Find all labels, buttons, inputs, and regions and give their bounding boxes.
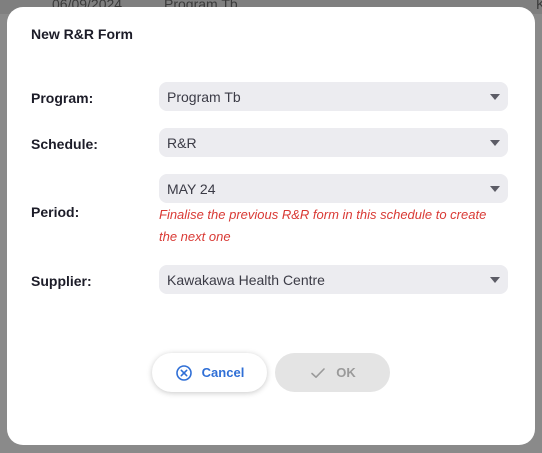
program-label: Program: bbox=[31, 90, 94, 106]
check-icon bbox=[309, 364, 327, 382]
period-error-line-2: the next one bbox=[159, 229, 231, 244]
supplier-select-value: Kawakawa Health Centre bbox=[167, 271, 325, 288]
program-select[interactable]: Program Tb bbox=[159, 82, 508, 111]
period-error-message: Finalise the previous R&R form in this s… bbox=[159, 204, 519, 248]
chevron-down-icon bbox=[490, 94, 500, 100]
cancel-button-label: Cancel bbox=[201, 365, 245, 380]
supplier-select[interactable]: Kawakawa Health Centre bbox=[159, 265, 508, 294]
chevron-down-icon bbox=[490, 186, 500, 192]
supplier-label: Supplier: bbox=[31, 273, 92, 289]
period-select[interactable]: MAY 24 bbox=[159, 174, 508, 203]
background-extra: K bbox=[536, 0, 542, 12]
ok-button[interactable]: OK bbox=[275, 353, 390, 392]
schedule-label: Schedule: bbox=[31, 136, 98, 152]
period-label: Period: bbox=[31, 204, 80, 220]
ok-button-label: OK bbox=[336, 365, 356, 380]
new-rr-form-dialog: New R&R Form Program: Program Tb Schedul… bbox=[7, 7, 535, 445]
schedule-select[interactable]: R&R bbox=[159, 128, 508, 157]
dialog-title: New R&R Form bbox=[31, 26, 133, 42]
period-select-value: MAY 24 bbox=[167, 180, 216, 197]
chevron-down-icon bbox=[490, 140, 500, 146]
period-error-line-1: Finalise the previous R&R form in this s… bbox=[159, 207, 487, 222]
chevron-down-icon bbox=[490, 277, 500, 283]
program-select-value: Program Tb bbox=[167, 88, 241, 105]
schedule-select-value: R&R bbox=[167, 134, 197, 151]
close-circle-icon bbox=[175, 364, 193, 382]
cancel-button[interactable]: Cancel bbox=[152, 353, 267, 392]
